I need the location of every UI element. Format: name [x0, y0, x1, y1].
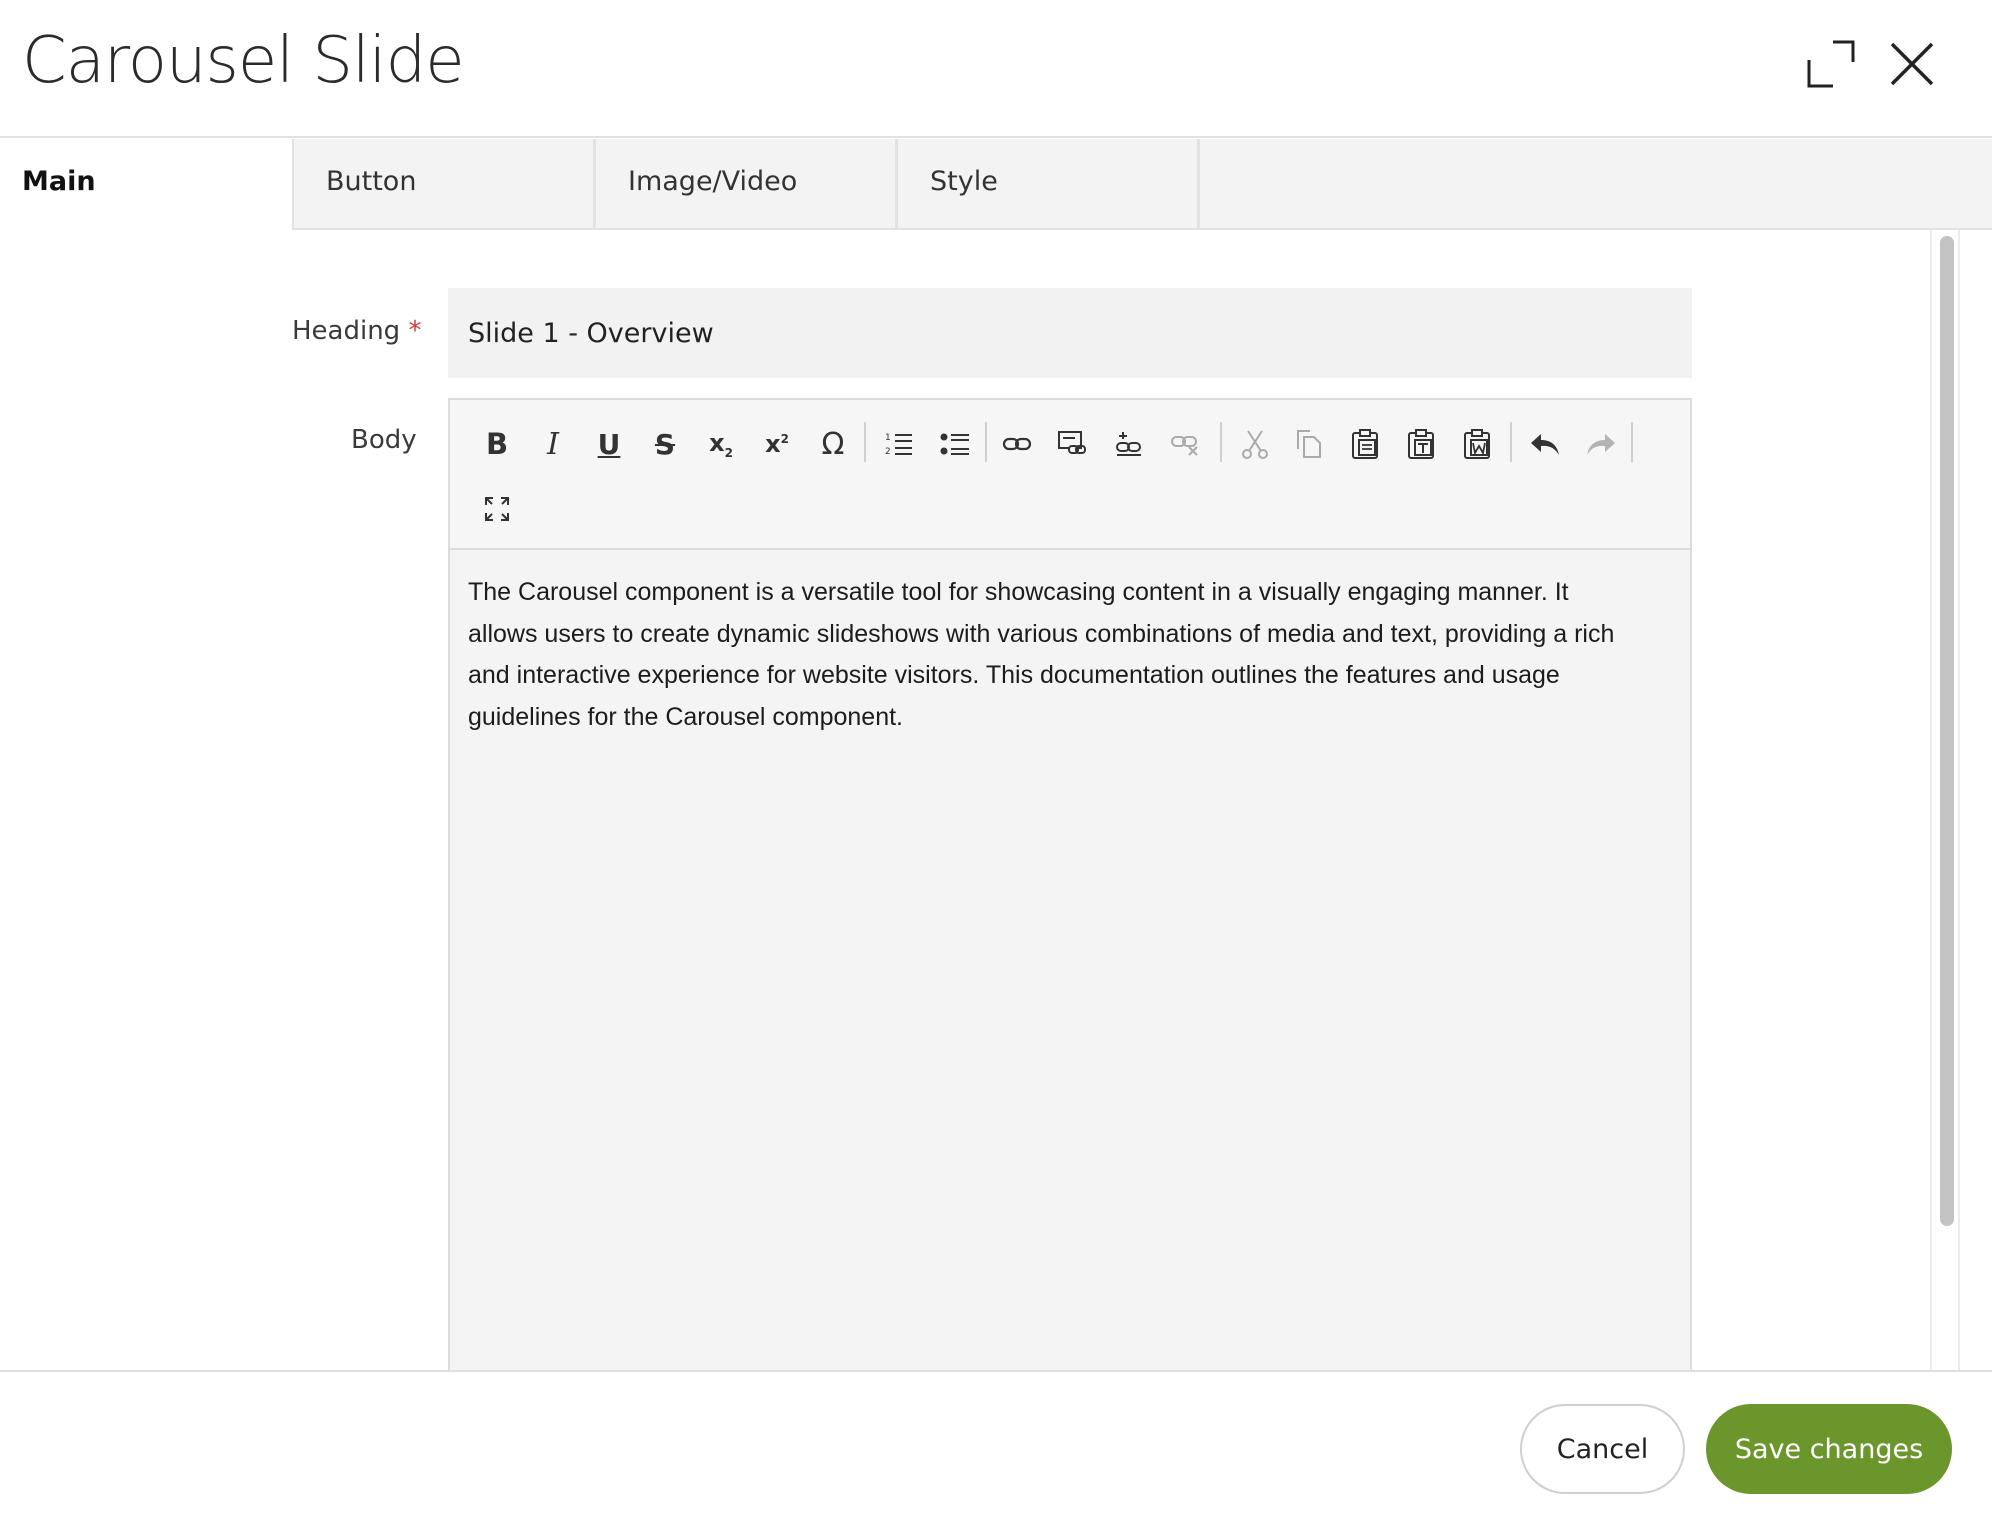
toolbar-separator — [1631, 422, 1633, 462]
cut-icon[interactable] — [1233, 422, 1277, 466]
editor-toolbar: B I U S x2 x2 Ω 12 — [450, 400, 1690, 550]
svg-text:2: 2 — [885, 447, 891, 457]
italic-icon[interactable]: I — [531, 422, 575, 466]
strikethrough-icon[interactable]: S — [643, 422, 687, 466]
carousel-slide-dialog: Carousel Slide Main Button Image/Video S… — [0, 0, 1992, 1516]
numbered-list-icon[interactable]: 12 — [877, 422, 921, 466]
toolbar-separator — [1220, 422, 1222, 462]
bold-icon[interactable]: B — [475, 422, 519, 466]
subscript-icon[interactable]: x2 — [699, 422, 743, 466]
rich-text-editor: B I U S x2 x2 Ω 12 The Carousel componen… — [448, 398, 1692, 1370]
close-icon[interactable] — [1884, 36, 1940, 92]
unlink-icon[interactable] — [1107, 422, 1151, 466]
toolbar-separator — [985, 422, 987, 462]
required-marker: * — [408, 316, 422, 346]
remove-link-icon[interactable] — [1163, 422, 1207, 466]
toolbar-separator — [1510, 422, 1512, 462]
tab-image-video[interactable]: Image/Video — [594, 139, 897, 230]
tab-bar: Main Button Image/Video Style — [0, 139, 1992, 230]
scrollbar-thumb[interactable] — [1940, 236, 1954, 1226]
paste-text-icon[interactable] — [1399, 422, 1443, 466]
svg-text:1: 1 — [885, 433, 891, 443]
save-changes-button[interactable]: Save changes — [1706, 1404, 1952, 1494]
main-tab-panel: Heading * Body B I U S x2 x2 Ω 12 — [0, 230, 1992, 1370]
heading-label-text: Heading — [292, 316, 401, 346]
cancel-button[interactable]: Cancel — [1520, 1404, 1685, 1494]
undo-icon[interactable] — [1523, 422, 1567, 466]
copy-icon[interactable] — [1287, 422, 1331, 466]
maximize-icon[interactable] — [475, 487, 519, 531]
expand-icon[interactable] — [1803, 36, 1859, 92]
paste-icon[interactable] — [1343, 422, 1387, 466]
heading-input[interactable] — [448, 288, 1692, 378]
dialog-header: Carousel Slide — [0, 0, 1992, 138]
paste-word-icon[interactable] — [1455, 422, 1499, 466]
anchor-icon[interactable] — [1051, 422, 1095, 466]
special-character-icon[interactable]: Ω — [811, 422, 855, 466]
dialog-title: Carousel Slide — [22, 24, 465, 98]
dialog-footer: Cancel Save changes — [0, 1370, 1992, 1516]
tab-style[interactable]: Style — [896, 139, 1199, 230]
superscript-icon[interactable]: x2 — [755, 422, 799, 466]
tab-button[interactable]: Button — [292, 139, 595, 230]
link-icon[interactable] — [995, 422, 1039, 466]
editor-content[interactable]: The Carousel component is a versatile to… — [468, 572, 1638, 738]
tab-bar-filler — [1198, 139, 1992, 230]
body-label: Body — [351, 425, 417, 455]
toolbar-separator — [864, 422, 866, 462]
underline-icon[interactable]: U — [587, 422, 631, 466]
redo-icon[interactable] — [1579, 422, 1623, 466]
bulleted-list-icon[interactable] — [933, 422, 977, 466]
tab-main[interactable]: Main — [0, 139, 292, 230]
heading-label: Heading * — [292, 316, 421, 346]
